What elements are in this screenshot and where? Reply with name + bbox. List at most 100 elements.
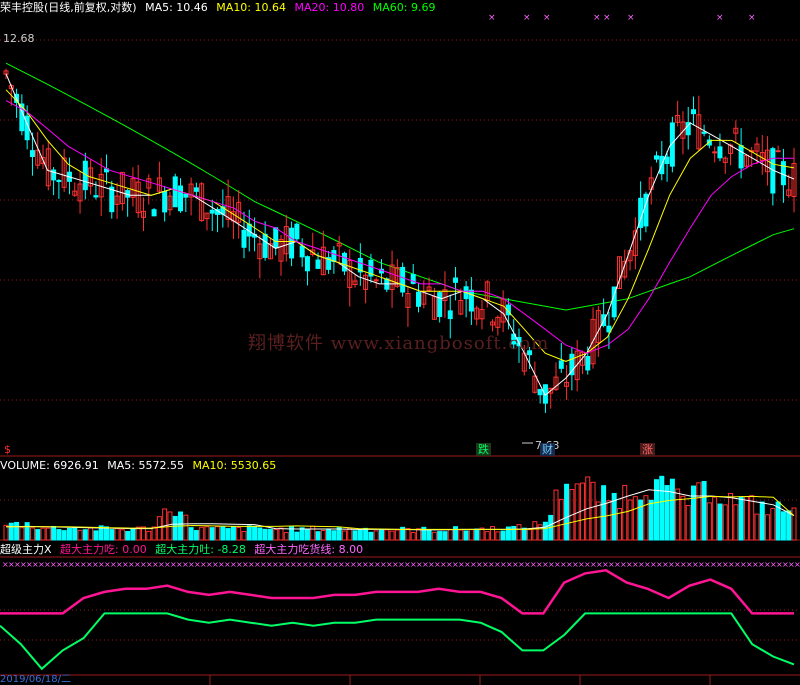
volume-bar xyxy=(553,489,559,541)
volume-bar xyxy=(320,530,326,541)
candle-body xyxy=(273,227,279,249)
volume-bar xyxy=(648,499,654,541)
candle-body xyxy=(717,146,723,159)
volume-bar xyxy=(527,529,533,541)
candle-body xyxy=(162,190,168,213)
volume-bar xyxy=(431,531,437,541)
volume-bar xyxy=(627,499,633,541)
volume-bar xyxy=(659,475,665,541)
dollar-marker[interactable]: $ xyxy=(2,443,13,456)
volume-bar xyxy=(786,510,792,541)
volume-bar xyxy=(151,526,157,541)
volume-bar xyxy=(389,530,395,541)
indicator-name: 超级主力X xyxy=(0,543,52,556)
volume-bar xyxy=(315,531,321,541)
eat-line xyxy=(0,568,794,615)
event-mark: × xyxy=(716,13,724,23)
date-axis-label: 2019/06/18/二 xyxy=(0,674,72,685)
volume-bar xyxy=(331,530,337,541)
volume-bar xyxy=(675,488,681,541)
volume-bar xyxy=(410,532,416,541)
volume-bar xyxy=(373,530,379,541)
volume-bar xyxy=(347,527,353,541)
zhang-marker[interactable]: 涨 xyxy=(640,443,655,456)
candle-body xyxy=(315,259,321,269)
volume-bar xyxy=(119,529,125,541)
event-mark: × xyxy=(627,13,635,23)
volume-bar xyxy=(484,531,490,541)
candle-body xyxy=(178,185,184,212)
volume-bar xyxy=(215,526,221,541)
volume-bar xyxy=(273,529,279,541)
event-mark: × xyxy=(603,13,611,23)
candle-body xyxy=(437,292,443,318)
volume-bar xyxy=(447,529,453,541)
volume-bar xyxy=(51,525,57,541)
volume-bar xyxy=(24,522,30,541)
volume-bar xyxy=(183,514,189,541)
volume-bar xyxy=(82,529,88,541)
candle-body xyxy=(416,291,422,307)
volume-bar xyxy=(606,500,612,541)
volume-bar xyxy=(241,530,247,541)
volume-bar xyxy=(680,495,686,541)
indicator-lines: × × × × × × × × × × × × × × × × × × × × × × × × × × × × × × × × × × × × × × × ×… xyxy=(0,560,800,671)
volume-bar xyxy=(35,529,41,541)
volume-bar xyxy=(310,525,316,541)
volume-bar xyxy=(130,528,136,541)
volume-bar xyxy=(252,525,258,541)
volume-ma5: MA5: 5572.55 xyxy=(107,459,184,472)
volume-bar xyxy=(45,527,51,541)
volume-bar xyxy=(416,528,422,541)
volume-bar xyxy=(146,530,152,541)
ma5-value: MA5: 10.46 xyxy=(145,1,208,14)
volume-bar xyxy=(220,526,226,541)
volume-bar xyxy=(521,527,527,541)
top-markers: × × × × × × × × xyxy=(488,13,756,444)
volume-bar xyxy=(754,513,760,541)
volume-bar xyxy=(246,525,252,541)
price-header: 荣丰控股(日线,前复权,对数) MA5: 10.46 MA10: 10.64 M… xyxy=(0,0,440,16)
candle-body xyxy=(209,209,215,214)
volume-bar xyxy=(759,501,765,541)
volume-bar xyxy=(357,529,363,541)
volume-bar xyxy=(664,485,670,541)
candle-body xyxy=(712,151,718,154)
volume-bar xyxy=(437,531,443,541)
volume-bar xyxy=(453,526,459,541)
volume-bar xyxy=(743,496,749,541)
event-mark: × xyxy=(523,13,531,23)
candle-body xyxy=(262,233,268,258)
volume-bar xyxy=(267,528,273,541)
volume-bar xyxy=(780,511,786,541)
cai-marker[interactable]: 财 xyxy=(540,443,555,456)
volume-bar xyxy=(590,481,596,541)
volume-bar xyxy=(72,526,78,541)
volume-bar xyxy=(204,526,210,541)
volume-bar xyxy=(765,514,771,541)
volume-bar xyxy=(706,502,712,541)
die-marker[interactable]: 跌 xyxy=(476,443,491,456)
volume-bar xyxy=(262,528,268,541)
volume-bar xyxy=(56,529,62,541)
volume-bar xyxy=(3,524,9,541)
volume-bar xyxy=(304,529,310,541)
candle-body xyxy=(400,266,406,293)
volume-bar xyxy=(29,527,35,541)
volume-bar xyxy=(490,526,496,541)
volume-bar xyxy=(61,530,67,541)
volume-bar xyxy=(495,531,501,541)
volume-bar xyxy=(162,508,168,541)
candle-body xyxy=(558,360,564,369)
candle-body xyxy=(193,187,199,192)
high-price-label: 12.68 xyxy=(3,32,35,45)
volume-bar xyxy=(733,504,739,541)
volume-bar xyxy=(701,480,707,541)
ma20-line xyxy=(5,100,794,354)
volume-bar xyxy=(14,521,20,541)
volume-bar xyxy=(336,527,342,541)
candle-body xyxy=(447,310,453,320)
ma60-value: MA60: 9.69 xyxy=(372,1,436,14)
candle-body xyxy=(653,155,659,160)
volume-bar xyxy=(643,495,649,541)
